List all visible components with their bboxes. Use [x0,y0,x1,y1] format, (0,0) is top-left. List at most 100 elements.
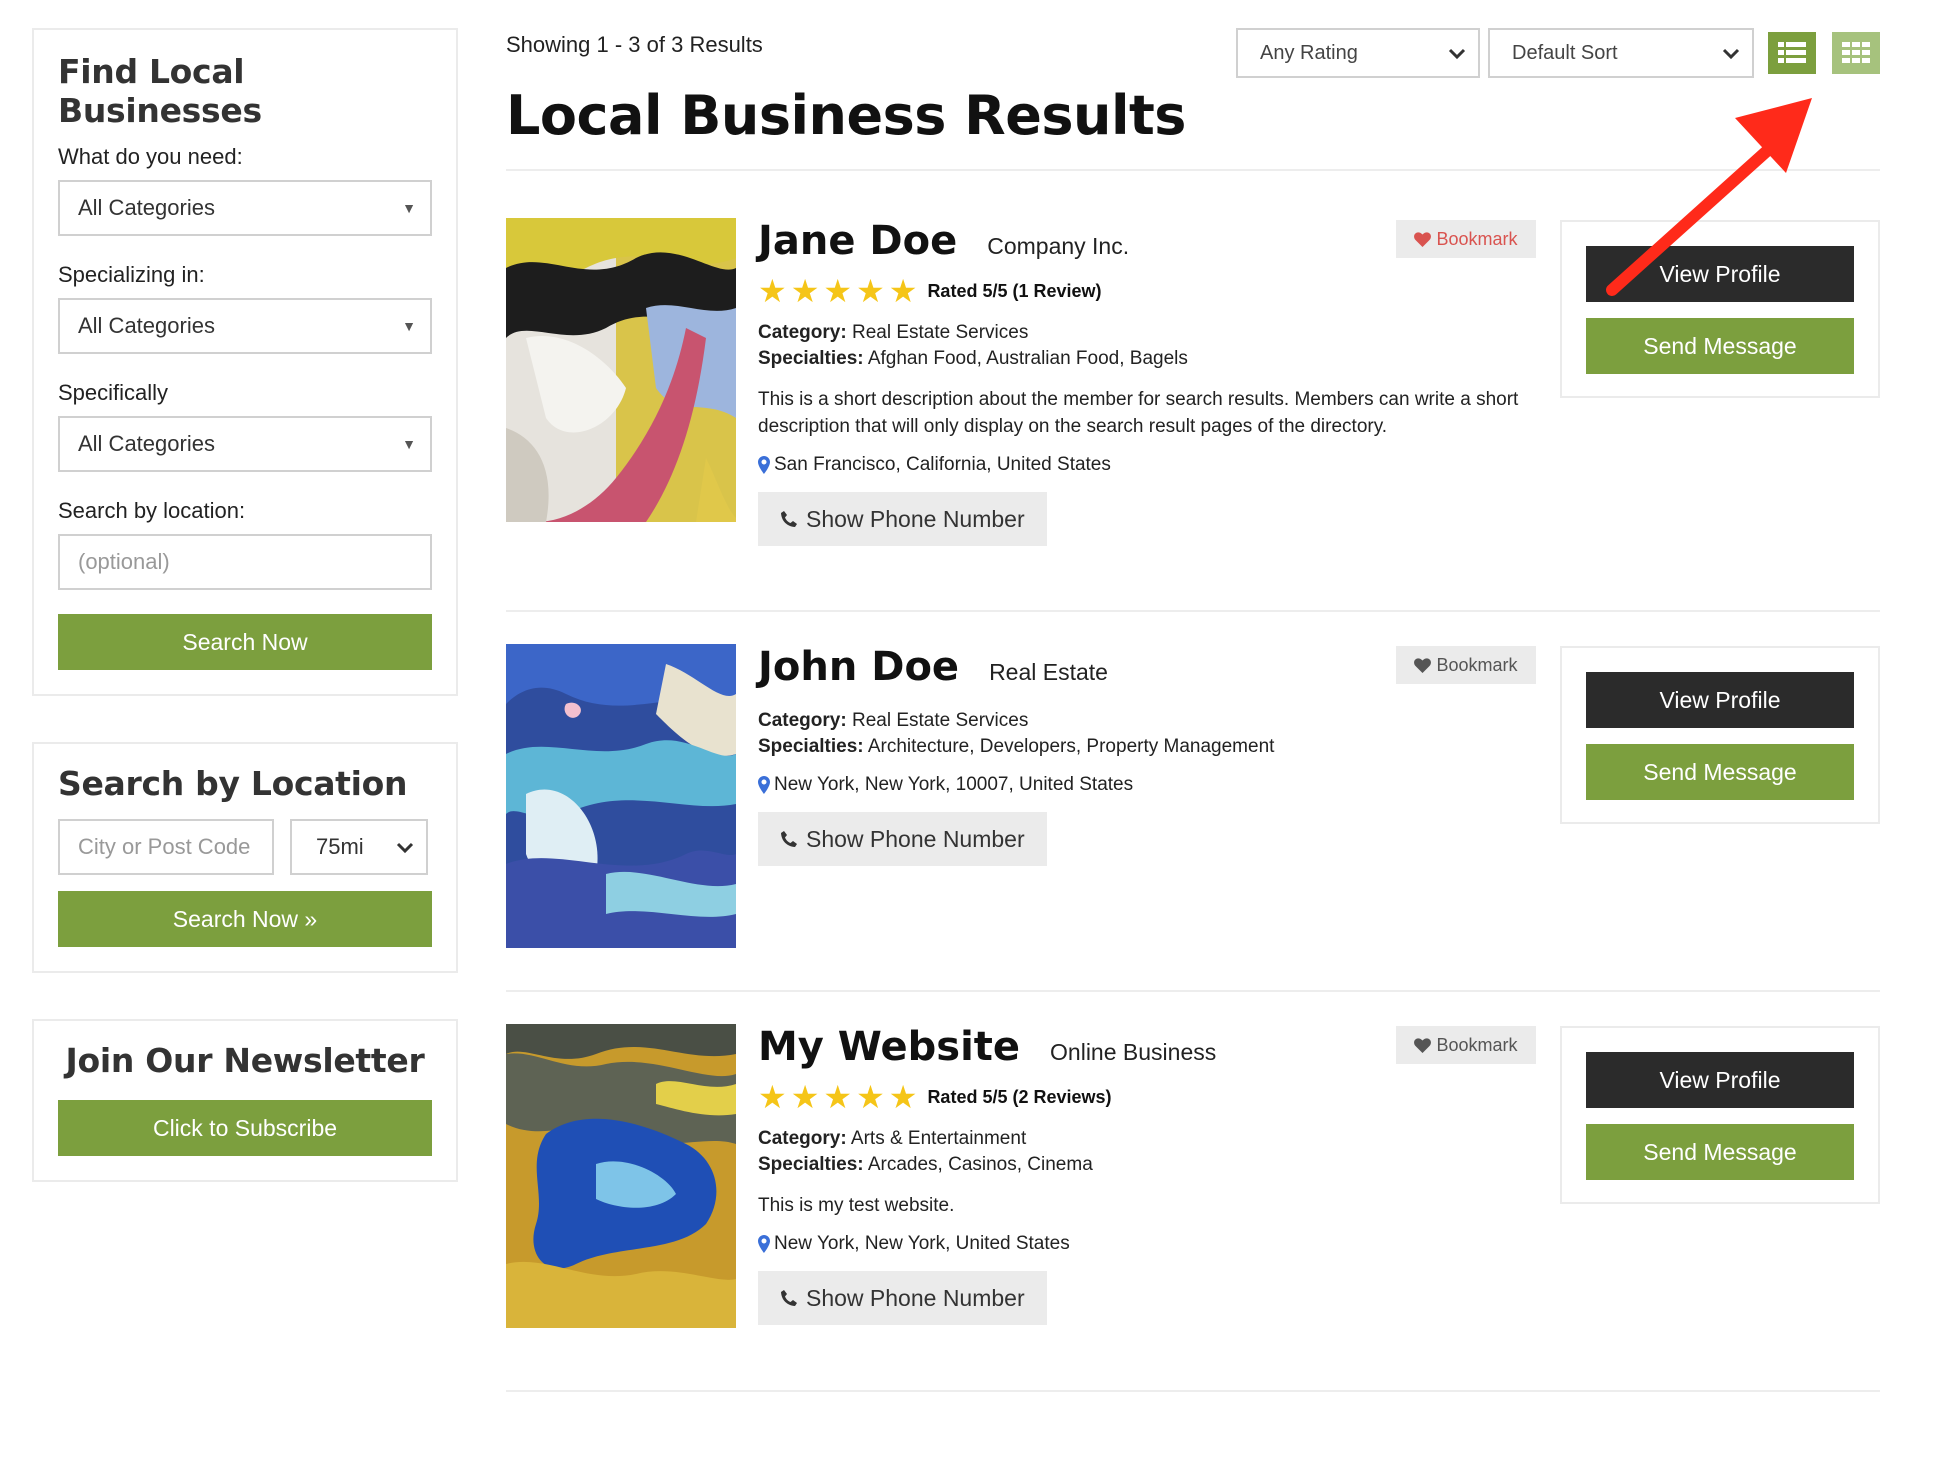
sidebar: Find Local Businesses What do you need: … [32,28,458,1228]
caret-down-icon: ▼ [402,200,416,216]
star-icon: ★ [790,1079,820,1115]
map-pin-icon [758,1235,770,1253]
search-by-location-title: Search by Location [58,764,408,803]
result-company: Online Business [1050,1039,1217,1065]
chevron-down-icon [396,821,414,873]
heart-icon [1414,231,1432,247]
need-select-value: All Categories [78,195,215,220]
specializing-label: Specializing in: [58,262,205,287]
result-actions: View Profile Send Message [1560,220,1880,398]
result-company: Real Estate [989,659,1108,685]
list-view-icon [1778,42,1806,63]
specifically-select-value: All Categories [78,431,215,456]
result-location-text: San Francisco, California, United States [774,454,1111,475]
show-phone-button[interactable]: Show Phone Number [758,492,1047,546]
need-label: What do you need: [58,144,243,169]
page-title: Local Business Results [506,84,1186,147]
view-profile-button[interactable]: View Profile [1586,672,1854,728]
result-thumbnail[interactable] [506,1024,736,1328]
location-input[interactable]: (optional) [58,534,432,590]
specialties-value: Afghan Food, Australian Food, Bagels [867,348,1188,369]
result-location-text: New York, New York, 10007, United States [774,774,1134,795]
category-label: Category: [758,1128,847,1149]
show-phone-button[interactable]: Show Phone Number [758,812,1047,866]
chevron-down-icon [1722,30,1740,76]
rating-filter-value: Any Rating [1260,42,1358,64]
rating-row: ★ ★ ★ ★ ★ Rated 5/5 (1 Review) [758,273,1538,309]
view-profile-button[interactable]: View Profile [1586,1052,1854,1108]
result-company: Company Inc. [987,233,1130,259]
result-location: San Francisco, California, United States [758,454,1538,476]
send-message-button[interactable]: Send Message [1586,318,1854,374]
sort-value: Default Sort [1512,42,1618,64]
result-location-text: New York, New York, United States [774,1233,1070,1254]
heart-icon [1414,1037,1432,1053]
show-phone-label: Show Phone Number [806,825,1025,852]
caret-down-icon: ▼ [402,318,416,334]
star-icon: ★ [758,1079,787,1115]
results-main: Showing 1 - 3 of 3 Results Any Rating De… [506,28,1880,1392]
send-message-button[interactable]: Send Message [1586,1124,1854,1180]
need-select[interactable]: All Categories ▼ [58,180,432,236]
specifically-select[interactable]: All Categories ▼ [58,416,432,472]
category-value: Arts & Entertainment [850,1128,1027,1149]
star-icon: ★ [856,273,885,309]
result-actions: View Profile Send Message [1560,1026,1880,1204]
result-info: Jane Doe Company Inc. ★ ★ ★ ★ ★ Rated 5/… [758,218,1538,546]
result-thumbnail[interactable] [506,218,736,522]
category-line: Category: Real Estate Services [758,320,1538,346]
specialties-line: Specialties: Afghan Food, Australian Foo… [758,346,1538,372]
category-line: Category: Real Estate Services [758,708,1538,734]
distance-value: 75mi [316,834,364,859]
distance-select[interactable]: 75mi [290,819,428,875]
star-icon: ★ [888,273,918,309]
specialties-line: Specialties: Arcades, Casinos, Cinema [758,1152,1538,1178]
location-search-button[interactable]: Search Now » [58,891,432,947]
location-label: Search by location: [58,498,246,523]
show-phone-button[interactable]: Show Phone Number [758,1271,1047,1325]
map-pin-icon [758,456,770,474]
specializing-select-value: All Categories [78,313,215,338]
heart-icon [1414,657,1432,673]
city-input[interactable]: City or Post Code [58,819,274,875]
result-divider [506,990,1880,992]
send-message-button[interactable]: Send Message [1586,744,1854,800]
search-now-button[interactable]: Search Now [58,614,432,670]
star-icon: ★ [856,1079,885,1115]
result-name[interactable]: Jane Doe [758,218,957,264]
chevron-down-icon [1448,30,1466,76]
bookmark-label: Bookmark [1436,228,1518,249]
result-info: My Website Online Business ★ ★ ★ ★ ★ Rat… [758,1024,1538,1325]
star-icon: ★ [790,273,820,309]
result-thumbnail[interactable] [506,644,736,948]
header-divider [506,169,1880,171]
star-icon: ★ [823,273,853,309]
sort-select[interactable]: Default Sort [1488,28,1754,78]
category-value: Real Estate Services [851,710,1029,731]
find-businesses-widget: Find Local Businesses What do you need: … [32,28,458,696]
star-icon: ★ [823,1079,853,1115]
subscribe-button[interactable]: Click to Subscribe [58,1100,432,1156]
result-divider [506,610,1880,612]
bookmark-button[interactable]: Bookmark [1396,1026,1536,1064]
rating-row: ★ ★ ★ ★ ★ Rated 5/5 (2 Reviews) [758,1079,1538,1115]
show-phone-label: Show Phone Number [806,1284,1025,1311]
view-profile-button[interactable]: View Profile [1586,246,1854,302]
bookmark-button[interactable]: Bookmark [1396,220,1536,258]
grid-view-button[interactable] [1832,32,1880,74]
list-view-button[interactable] [1768,32,1816,74]
rating-text: Rated 5/5 (2 Reviews) [927,1086,1112,1107]
specifically-label: Specifically [58,380,169,405]
rating-filter-select[interactable]: Any Rating [1236,28,1480,78]
phone-icon [781,511,797,527]
phone-icon [781,1290,797,1306]
category-label: Category: [758,710,847,731]
result-description: This is a short description about the me… [758,389,1519,437]
category-value: Real Estate Services [851,322,1029,343]
bookmark-button[interactable]: Bookmark [1396,646,1536,684]
specializing-select[interactable]: All Categories ▼ [58,298,432,354]
category-label: Category: [758,322,847,343]
bookmark-label: Bookmark [1436,1034,1518,1055]
result-name[interactable]: My Website [758,1024,1020,1070]
result-name[interactable]: John Doe [758,644,959,690]
